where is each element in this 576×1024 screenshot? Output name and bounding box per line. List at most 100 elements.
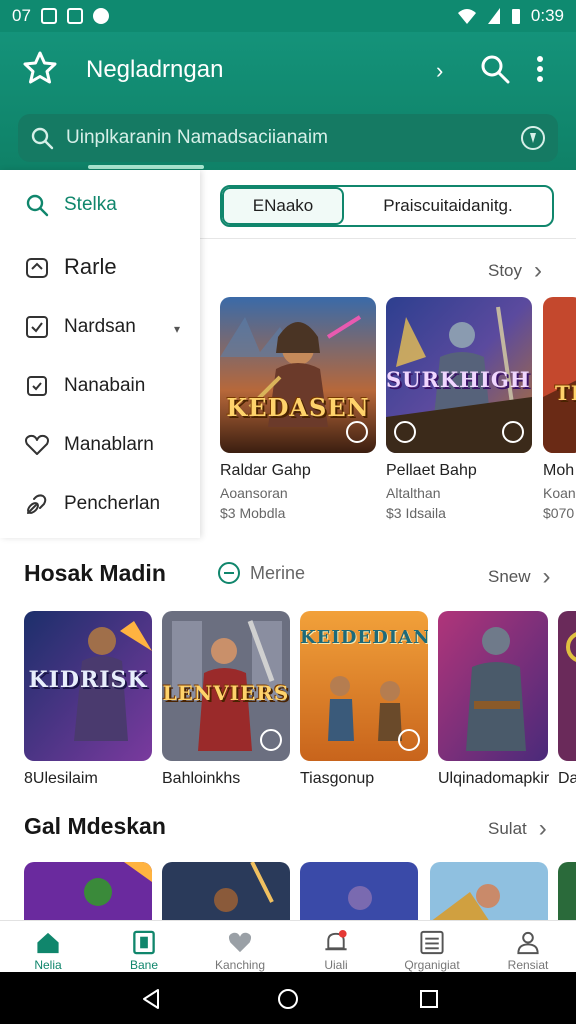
game-tile[interactable] xyxy=(24,862,152,922)
nav-label: Kanching xyxy=(214,958,266,972)
home-icon xyxy=(26,258,48,278)
tile-title: Bahloinkhs xyxy=(162,770,241,787)
tab-indicator xyxy=(88,165,204,169)
nav-notifications[interactable]: Uiali xyxy=(288,921,384,972)
filter-chips: ENaako Praiscuitaidanitg. xyxy=(220,185,554,227)
section-see-more[interactable]: Sulat › xyxy=(488,815,547,843)
search-input[interactable]: Uinplkaranin Namadsaciianaim xyxy=(66,127,520,149)
drawer-item-label: Manablarn xyxy=(64,434,154,455)
nav-favorites[interactable]: Kanching xyxy=(192,921,288,972)
see-more-label: Sulat xyxy=(488,819,527,838)
drawer-item-label: Nardsan xyxy=(64,316,136,337)
link-icon xyxy=(27,494,47,514)
heart-icon xyxy=(25,434,49,455)
game-tile[interactable] xyxy=(430,862,548,922)
game-tile[interactable] xyxy=(558,862,576,922)
drawer-item-pencherlan[interactable]: Pencherlan xyxy=(24,491,160,517)
section-filter-link[interactable]: Merine xyxy=(218,562,305,584)
game-tile[interactable]: KIDRISK xyxy=(24,611,152,761)
section-see-more[interactable]: Snew › xyxy=(488,563,551,591)
drawer-item-home[interactable]: Rarle xyxy=(24,254,117,280)
featured-card-art[interactable]: KEDASEN xyxy=(220,297,376,453)
drawer-item-label: Stelka xyxy=(64,194,117,215)
chevron-right-icon: › xyxy=(538,815,547,842)
card-title: Pellaet Bahp xyxy=(386,462,477,479)
nav-grid[interactable]: Qrganigiat xyxy=(384,921,480,972)
filter-icon xyxy=(218,562,240,584)
card-title: Moh xyxy=(543,462,575,479)
checkbox-icon xyxy=(27,376,47,396)
badge-icon xyxy=(398,729,420,751)
drawer-item-nanabain[interactable]: Nanabain xyxy=(24,373,145,399)
tile-logo: KEIDEDIAN xyxy=(300,627,428,648)
section-title: Hosak Madin xyxy=(24,560,166,586)
search-icon xyxy=(31,127,54,150)
checkbox-icon xyxy=(26,316,48,338)
more-vert-icon[interactable] xyxy=(532,54,548,84)
badge-icon xyxy=(260,729,282,751)
section-title: Gal Mdeskan xyxy=(24,813,166,839)
nav-label: Rensiat xyxy=(507,958,549,972)
lens-icon[interactable] xyxy=(520,125,546,151)
chip-other[interactable]: Praiscuitaidanitg. xyxy=(344,187,552,225)
chip-active[interactable]: ENaako xyxy=(222,187,344,225)
game-art-image xyxy=(438,611,548,761)
nav-apps[interactable]: Bane xyxy=(96,921,192,972)
game-tile[interactable] xyxy=(558,611,576,761)
drawer-item-label: Nanabain xyxy=(64,375,146,396)
drawer-item-manablarn[interactable]: Manablarn xyxy=(24,432,154,458)
card-price: $3 Idsaila xyxy=(386,505,446,521)
home-button-icon[interactable] xyxy=(277,988,299,1010)
section-link-label: Merine xyxy=(250,562,306,583)
chevron-right-icon[interactable]: › xyxy=(436,58,443,84)
app-title: Negladrngan xyxy=(86,56,224,83)
game-tile[interactable]: LENVIERS xyxy=(162,611,290,761)
app-icon xyxy=(66,8,83,24)
recents-icon[interactable] xyxy=(418,988,440,1010)
game-tile[interactable] xyxy=(438,611,548,761)
search-icon[interactable] xyxy=(480,54,510,84)
tile-title: Ulqinadomapkir xyxy=(438,770,550,787)
nav-label: Qrganigiat xyxy=(404,958,460,972)
game-tile[interactable] xyxy=(162,862,290,922)
nav-label: Uiali xyxy=(324,958,348,972)
game-art-image xyxy=(162,862,290,922)
app-bar: Negladrngan › Uinplkaranin Namadsaciiana… xyxy=(0,32,576,170)
image-icon xyxy=(40,8,57,24)
drawer-item-nardsan[interactable]: Nardsan xyxy=(24,314,136,340)
tile-logo: KIDRISK xyxy=(28,667,148,693)
badge-icon xyxy=(346,421,368,443)
game-tile[interactable]: KEIDEDIAN xyxy=(300,611,428,761)
search-bar[interactable]: Uinplkaranin Namadsaciianaim xyxy=(18,114,558,162)
circle-icon xyxy=(92,8,109,24)
grid-icon xyxy=(420,930,444,955)
card-price: $3 Mobdla xyxy=(220,505,286,521)
notification-icon xyxy=(325,929,347,951)
tile-title: Da xyxy=(558,770,576,787)
card-logo: TI xyxy=(555,381,576,405)
chevron-down-icon[interactable]: ▾ xyxy=(174,322,180,336)
nav-home[interactable]: Nelia xyxy=(0,921,96,972)
game-art-image xyxy=(300,862,418,922)
drawer-item-search[interactable]: Stelka xyxy=(24,192,117,218)
featured-see-more[interactable]: Stoy › xyxy=(488,257,542,285)
game-art-image xyxy=(558,862,576,922)
nav-profile[interactable]: Rensiat xyxy=(480,921,576,972)
featured-card-art[interactable]: SURKHIGH! xyxy=(386,297,532,453)
featured-card-art[interactable]: TI xyxy=(543,297,576,453)
system-nav-bar xyxy=(0,972,576,1024)
card-logo: SURKHIGH! xyxy=(386,367,532,392)
back-icon[interactable] xyxy=(140,988,162,1010)
star-icon[interactable] xyxy=(22,50,58,86)
card-price: $070 xyxy=(543,505,575,521)
chevron-right-icon: › xyxy=(542,563,551,590)
signal-icon xyxy=(487,8,500,24)
apps-icon xyxy=(133,930,155,955)
see-more-label: Snew xyxy=(488,567,531,586)
status-bar: 07 0:39 xyxy=(0,0,576,32)
card-logo: KEDASEN xyxy=(226,393,370,422)
badge-icon xyxy=(502,421,524,443)
game-tile[interactable] xyxy=(300,862,418,922)
game-art-image xyxy=(24,862,152,922)
search-icon xyxy=(26,194,49,217)
